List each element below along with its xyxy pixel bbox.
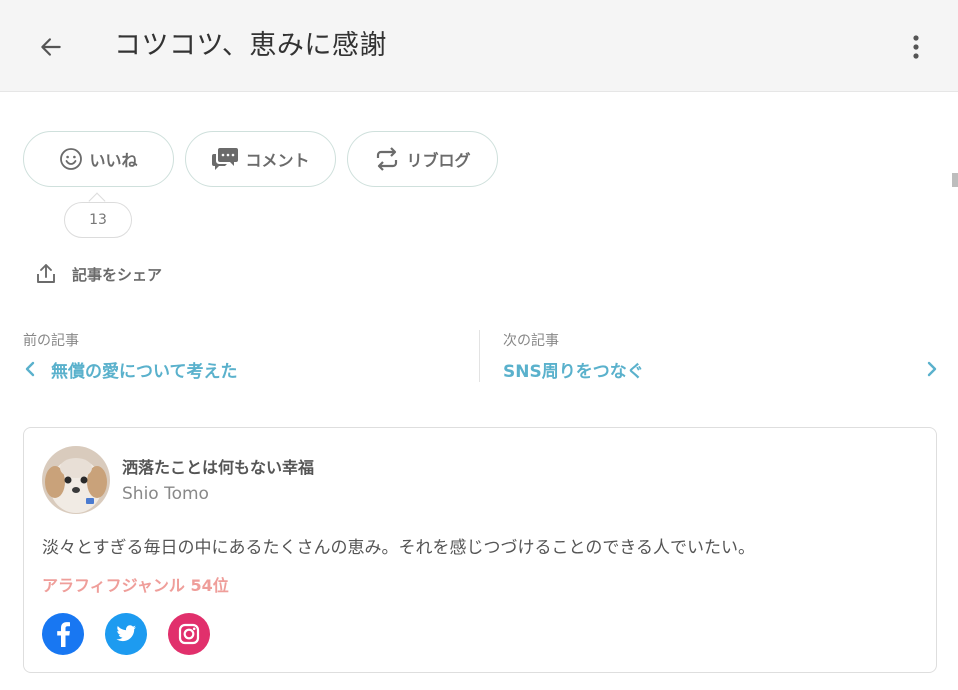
arrow-left-icon [41,38,61,56]
chevron-right-icon [927,361,937,377]
chevron-left-icon [25,361,35,377]
instagram-icon[interactable] [168,613,210,655]
next-article-title: SNS周りをつなぐ [503,361,644,382]
back-button[interactable] [30,26,72,68]
comment-button[interactable]: コメント [185,131,336,187]
dog-avatar-icon [42,446,110,514]
next-article-caption: 次の記事 [503,333,559,349]
genre-rank-link[interactable]: アラフィフジャンル 54位 [42,572,229,596]
app-header: コツコツ、恵みに感謝 [0,0,958,92]
reblog-button[interactable]: リブログ [347,131,498,187]
facebook-icon[interactable] [42,613,84,655]
nav-divider [479,330,480,382]
like-count-badge[interactable]: 13 [64,202,132,238]
share-label: 記事をシェア [72,265,163,284]
scrollbar-thumb[interactable] [952,173,958,187]
reblog-icon [377,147,398,171]
social-links [42,613,210,655]
share-article-button[interactable]: 記事をシェア [34,260,162,288]
next-article-link[interactable]: SNS周りをつなぐ [503,354,939,384]
share-upload-icon [37,264,55,283]
smile-icon [60,148,83,170]
like-label: いいね [89,151,138,170]
author-name: Shio Tomo [122,484,209,504]
blog-description: 淡々とすぎる毎日の中にあるたくさんの恵み。それを感じつづけることのできる人でいた… [42,538,755,558]
blog-name[interactable]: 洒落たことは何もない幸福 [122,454,314,478]
reblog-label: リブログ [406,151,471,170]
like-count: 13 [89,212,107,228]
comment-label: コメント [245,151,310,170]
more-options-button[interactable] [896,26,936,68]
prev-article-link[interactable]: 無償の愛について考えた [23,354,238,384]
comment-icon [212,148,239,170]
page-title: コツコツ、恵みに感謝 [114,30,387,61]
twitter-icon[interactable] [105,613,147,655]
more-vertical-icon [913,35,919,59]
prev-article-title: 無償の愛について考えた [51,361,238,382]
blog-profile-card: 洒落たことは何もない幸福 Shio Tomo 淡々とすぎる毎日の中にあるたくさん… [23,427,937,673]
avatar[interactable] [42,446,110,514]
prev-article-caption: 前の記事 [23,333,79,349]
like-button[interactable]: いいね [23,131,174,187]
